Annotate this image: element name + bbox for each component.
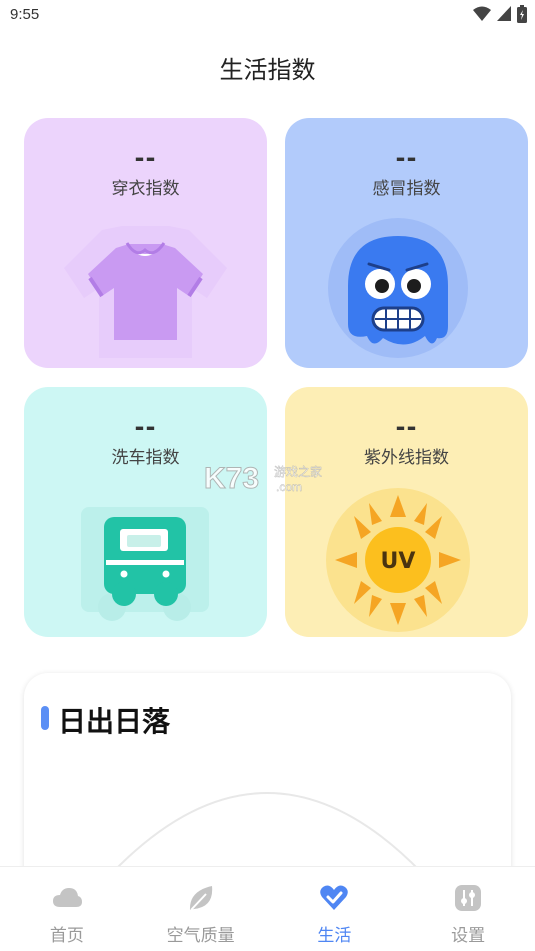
bottom-tab-bar: 首页 空气质量 生活 设置 — [0, 866, 535, 951]
cold-face-icon — [328, 218, 468, 358]
tab-air-quality-label: 空气质量 — [166, 926, 235, 946]
uv-index-card[interactable]: -- 紫外线指数 UV — [285, 387, 528, 637]
tab-life-label: 生活 — [317, 926, 352, 946]
tab-home-label: 首页 — [49, 926, 84, 946]
tab-life[interactable]: 生活 — [268, 867, 402, 951]
sliders-icon — [455, 885, 482, 911]
cold-index-label: 感冒指数 — [372, 179, 441, 199]
cold-index-card[interactable]: -- 感冒指数 — [285, 118, 528, 368]
watermark-logo-text: K73 — [204, 462, 259, 495]
wifi-icon — [473, 6, 491, 21]
status-icons — [473, 5, 527, 23]
carwash-index-card[interactable]: -- 洗车指数 — [24, 387, 267, 637]
tab-home[interactable]: 首页 — [0, 867, 134, 951]
carwash-index-value: -- — [134, 413, 157, 441]
uv-sun-text: UV — [381, 549, 416, 574]
leaf-icon — [189, 886, 212, 911]
status-bar: 9:55 — [0, 0, 535, 30]
tshirt-icon — [64, 226, 227, 358]
battery-icon — [517, 5, 527, 23]
car-icon — [81, 507, 209, 621]
signal-icon — [497, 6, 511, 21]
watermark-logo: K73 游戏之家 .com — [204, 462, 322, 496]
dressing-index-card[interactable]: -- 穿衣指数 — [24, 118, 267, 368]
dressing-index-label: 穿衣指数 — [111, 179, 180, 199]
heart-check-icon — [320, 885, 349, 910]
dressing-index-value: -- — [134, 144, 157, 172]
watermark-text: 游戏之家 — [274, 464, 322, 479]
tab-settings-label: 设置 — [451, 926, 486, 946]
uv-index-value: -- — [395, 413, 418, 441]
cloud-icon — [52, 888, 82, 907]
tab-settings[interactable]: 设置 — [401, 867, 535, 951]
watermark-domain: .com — [276, 480, 302, 494]
status-time: 9:55 — [10, 6, 40, 23]
cold-index-value: -- — [395, 144, 418, 172]
page-title: 生活指数 — [219, 56, 316, 84]
tab-air-quality[interactable]: 空气质量 — [134, 867, 268, 951]
uv-sun-icon: UV — [326, 488, 470, 632]
